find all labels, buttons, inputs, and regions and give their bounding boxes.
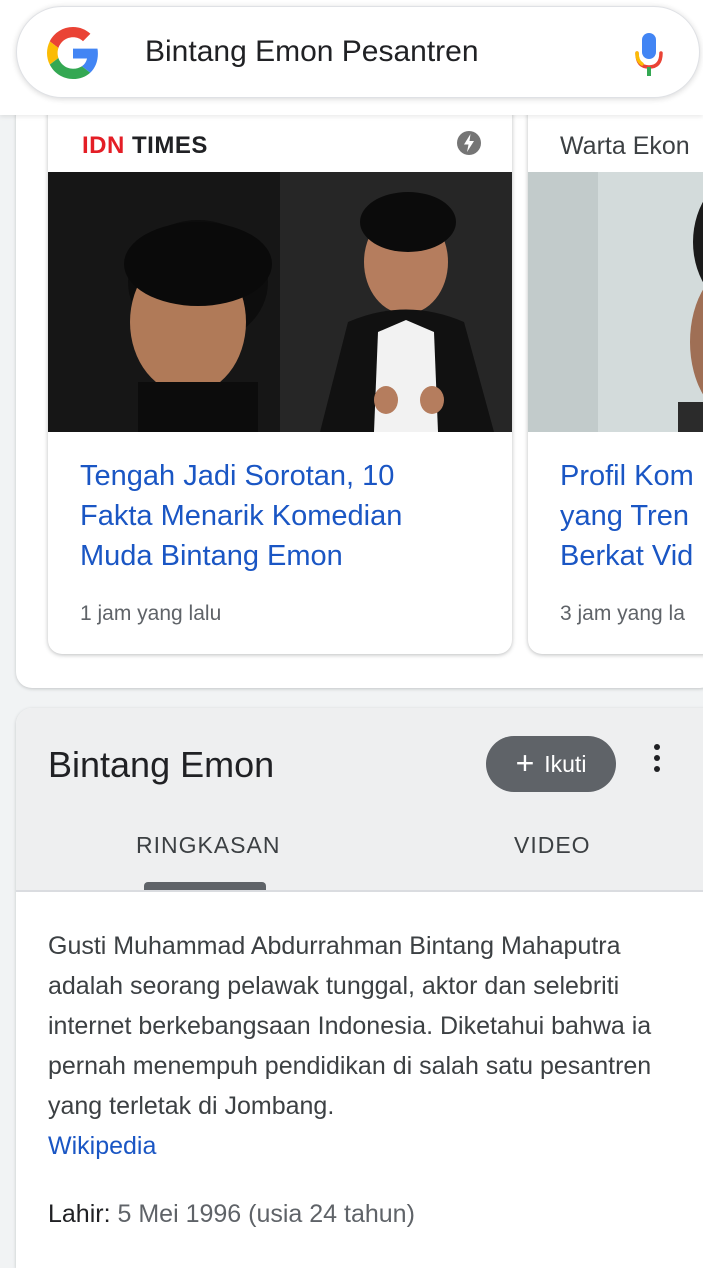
news-thumbnail[interactable] [528, 172, 703, 432]
follow-button[interactable]: + Ikuti [486, 736, 616, 792]
follow-label: Ikuti [544, 750, 587, 777]
entity-description: Gusti Muhammad Abdurrahman Bintang Mahap… [48, 926, 688, 1166]
news-headline[interactable]: Tengah Jadi Sorotan, 10 Fakta Menarik Ko… [80, 456, 460, 576]
more-options-icon[interactable] [650, 744, 664, 776]
publisher-name-dark: TIMES [132, 132, 208, 159]
knowledge-panel-header: Bintang Emon + Ikuti RINGKASAN VIDEO [16, 708, 703, 892]
news-card[interactable]: IDN TIMES Tengah Jadi Sorotan, 10 Fakta … [48, 100, 512, 654]
plus-icon: + [515, 744, 535, 781]
publisher-name-red: IDN [82, 132, 125, 159]
headline-line: Profil Kom [560, 460, 694, 492]
born-value: 5 Mei 1996 (usia 24 tahun) [117, 1200, 415, 1228]
born-fact: Lahir: 5 Mei 1996 (usia 24 tahun) [48, 1200, 415, 1229]
news-headline[interactable]: Profil Kom yang Tren Berkat Vid [560, 456, 703, 576]
search-input[interactable]: Bintang Emon Pesantren [145, 35, 479, 69]
top-stories-carousel: IDN TIMES Tengah Jadi Sorotan, 10 Fakta … [16, 100, 703, 688]
knowledge-panel: Bintang Emon + Ikuti RINGKASAN VIDEO Gus… [16, 708, 703, 1268]
news-timestamp: 1 jam yang lalu [80, 602, 222, 625]
news-photo [48, 172, 512, 432]
entity-title: Bintang Emon [48, 744, 275, 785]
description-text: Gusti Muhammad Abdurrahman Bintang Mahap… [48, 932, 652, 1120]
born-label: Lahir: [48, 1200, 111, 1228]
news-photo [528, 172, 703, 432]
headline-line: Berkat Vid [560, 540, 694, 572]
amp-bolt-icon [457, 131, 481, 155]
google-logo-icon[interactable] [47, 27, 99, 79]
publisher-name: Warta Ekon [560, 132, 690, 160]
active-tab-indicator [144, 882, 266, 890]
news-thumbnail[interactable] [48, 172, 512, 432]
headline-line: yang Tren [560, 500, 689, 532]
publisher-logo: IDN TIMES [82, 132, 208, 160]
wikipedia-link[interactable]: Wikipedia [48, 1132, 156, 1160]
news-card[interactable]: Warta Ekon Profil Kom yang Tren Berkat V… [528, 100, 703, 654]
tab-video[interactable]: VIDEO [514, 832, 591, 859]
search-box[interactable]: Bintang Emon Pesantren [16, 6, 700, 98]
news-timestamp: 3 jam yang la [560, 602, 685, 625]
search-header: Bintang Emon Pesantren [0, 0, 703, 115]
microphone-icon[interactable] [633, 31, 665, 79]
tab-summary[interactable]: RINGKASAN [136, 832, 280, 859]
